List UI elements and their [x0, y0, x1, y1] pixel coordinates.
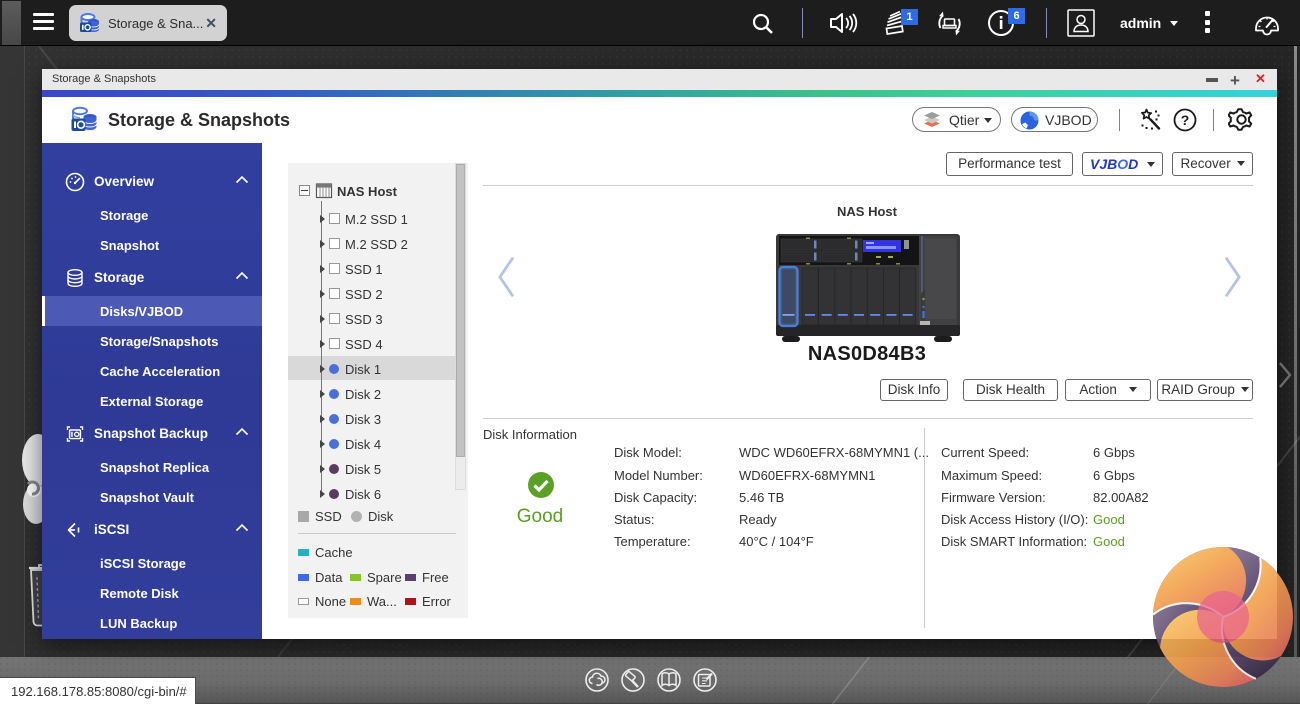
svg-text:?: ? [1181, 112, 1190, 128]
